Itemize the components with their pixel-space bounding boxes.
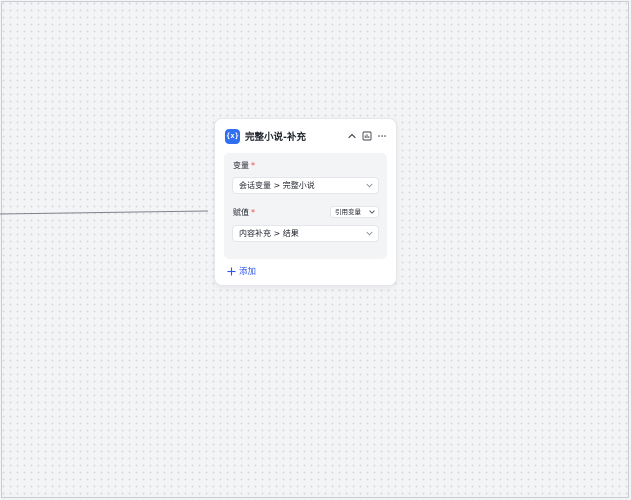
required-mark: * — [251, 161, 255, 170]
variable-assign-icon: {x} — [225, 128, 240, 144]
node-header: {x} 完整小说-补充 — [225, 127, 388, 145]
variable-select-value: 会话变量 > 完整小说 — [239, 181, 315, 190]
variable-assign-node[interactable]: {x} 完整小说-补充 变量 * 会话变量 > 完整小说 赋值 * 引用变量 内… — [214, 118, 397, 286]
chevron-down-icon — [366, 231, 373, 236]
chevron-down-icon — [366, 183, 373, 188]
chevron-up-icon — [348, 133, 356, 139]
value-select[interactable]: 内容补充 > 结果 — [232, 225, 379, 242]
value-mode-select[interactable]: 引用变量 — [330, 206, 379, 218]
chart-icon — [362, 131, 372, 141]
assign-label: 赋值 * — [233, 208, 255, 217]
chevron-down-icon — [369, 210, 375, 214]
collapse-button[interactable] — [346, 130, 358, 142]
more-dots-icon — [378, 135, 386, 137]
value-mode-label: 引用变量 — [335, 208, 361, 216]
variable-select[interactable]: 会话变量 > 完整小说 — [232, 177, 379, 194]
node-title: 完整小说-补充 — [245, 132, 306, 143]
assignment-item: 变量 * 会话变量 > 完整小说 赋值 * 引用变量 内容补充 > 结果 — [224, 153, 387, 259]
more-options-button[interactable] — [376, 130, 388, 142]
variable-label: 变量 * — [233, 161, 255, 170]
add-label: 添加 — [239, 267, 257, 277]
required-mark: * — [251, 208, 255, 217]
value-select-value: 内容补充 > 结果 — [239, 229, 299, 238]
add-assignment-button[interactable]: 添加 — [227, 265, 256, 277]
plus-icon — [227, 267, 236, 275]
run-log-button[interactable] — [361, 130, 373, 142]
